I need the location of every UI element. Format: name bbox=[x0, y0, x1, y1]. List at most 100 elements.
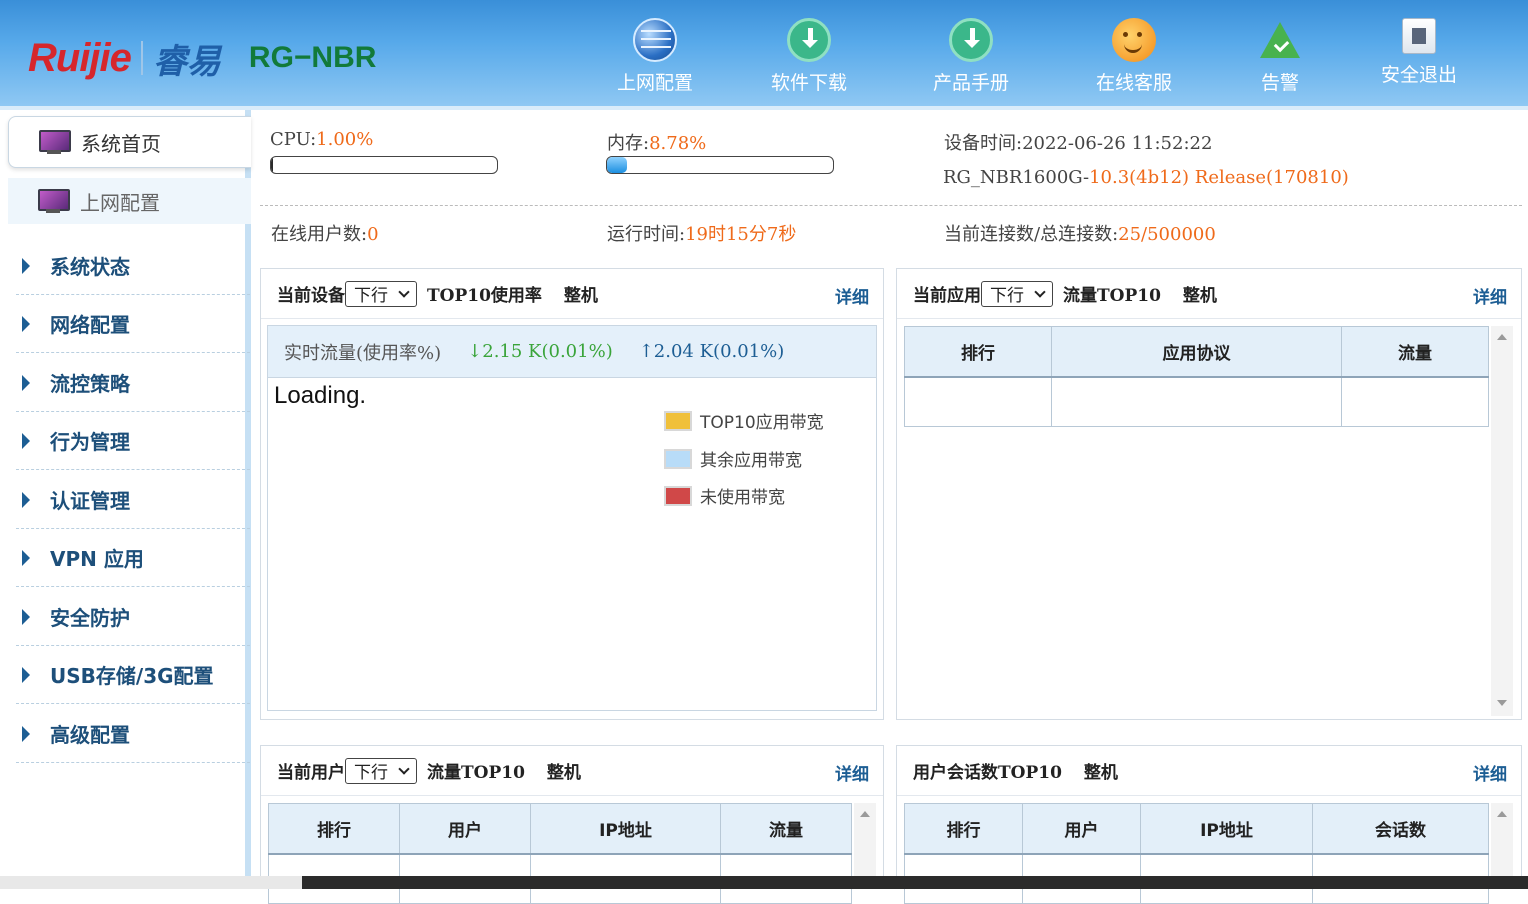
direction-select[interactable]: 下行 bbox=[981, 280, 1053, 307]
alarm-icon bbox=[1258, 18, 1302, 62]
app-table: 排行 应用协议 流量 bbox=[904, 326, 1489, 427]
column-header[interactable]: IP地址 bbox=[1140, 803, 1313, 855]
sidebar-menu-system-status[interactable]: 系统状态 bbox=[16, 237, 250, 295]
column-header[interactable]: 排行 bbox=[904, 803, 1023, 855]
sidebar-menu-behavior[interactable]: 行为管理 bbox=[16, 412, 250, 470]
cpu-stat: CPU:1.00% bbox=[270, 129, 373, 150]
cpu-progress-bar bbox=[270, 156, 498, 174]
download-icon bbox=[787, 18, 831, 62]
brand-logo-ruijie: Ruijie bbox=[28, 35, 132, 80]
detail-link[interactable]: 详细 bbox=[835, 283, 869, 308]
detail-link[interactable]: 详细 bbox=[1473, 760, 1507, 785]
globe-icon bbox=[633, 18, 677, 62]
sidebar-menu-label: USB存储/3G配置 bbox=[50, 664, 214, 688]
detail-link[interactable]: 详细 bbox=[835, 760, 869, 785]
sidebar-menu-label: 安全防护 bbox=[50, 606, 130, 630]
upstream-rate: ↑2.04 K(0.01%) bbox=[638, 341, 785, 362]
brand-logo: Ruijie 睿易 RG−NBR bbox=[28, 34, 376, 82]
column-header[interactable]: 排行 bbox=[904, 326, 1052, 378]
nav-online-service[interactable]: 在线客服 bbox=[1069, 14, 1199, 104]
panel-scope: 整机 bbox=[563, 286, 598, 306]
panel-device-top10: 当前设备 下行 TOP10使用率 整机 详细 实时流量(使用率%) ↓2.15 … bbox=[260, 268, 884, 720]
memory-label: 内存: bbox=[607, 133, 650, 154]
memory-value: 8.78% bbox=[649, 133, 707, 154]
caret-right-icon bbox=[22, 432, 30, 449]
table-row bbox=[904, 376, 1489, 427]
vertical-scrollbar[interactable] bbox=[1491, 803, 1513, 881]
panel-app-top10: 当前应用 下行 流量TOP10 整机 详细 排行 应用协议 流量 bbox=[896, 268, 1522, 720]
direction-select[interactable]: 下行 bbox=[345, 757, 417, 784]
caret-right-icon bbox=[22, 491, 30, 508]
scroll-down-icon[interactable] bbox=[1497, 700, 1507, 706]
vertical-scrollbar[interactable] bbox=[1491, 326, 1513, 716]
cpu-progress-fill bbox=[271, 157, 273, 173]
panel-prefix: 当前用户 bbox=[277, 763, 345, 783]
column-header[interactable]: 流量 bbox=[720, 803, 852, 855]
select-value: 下行 bbox=[990, 286, 1024, 306]
panel-title: 流量TOP10 bbox=[1063, 286, 1161, 306]
monitor-icon bbox=[39, 130, 71, 154]
panel-header: 当前应用 下行 流量TOP10 整机 详细 bbox=[897, 269, 1521, 319]
nav-internet-config[interactable]: 上网配置 bbox=[590, 14, 720, 104]
scroll-up-icon[interactable] bbox=[1497, 811, 1507, 817]
vertical-scrollbar[interactable] bbox=[854, 803, 876, 881]
nav-logout[interactable]: 安全退出 bbox=[1354, 14, 1484, 104]
sidebar-menu-usb-3g[interactable]: USB存储/3G配置 bbox=[16, 646, 250, 704]
nav-label: 在线客服 bbox=[1095, 72, 1172, 94]
product-model: RG−NBR bbox=[248, 41, 377, 74]
manual-download-icon bbox=[949, 18, 993, 62]
top-nav: 上网配置 软件下载 产品手册 在线客服 告警 安全退出 bbox=[590, 14, 1490, 104]
panel-header: 当前设备 下行 TOP10使用率 整机 详细 bbox=[261, 269, 883, 319]
sidebar-menu-advanced[interactable]: 高级配置 bbox=[16, 705, 250, 763]
online-users-label: 在线用户数: bbox=[271, 224, 368, 245]
nav-label: 告警 bbox=[1260, 72, 1299, 94]
column-header[interactable]: 用户 bbox=[1022, 803, 1141, 855]
sidebar-menu-network-config[interactable]: 网络配置 bbox=[16, 295, 250, 353]
nav-software-download[interactable]: 软件下载 bbox=[744, 14, 874, 104]
sidebar-menu-label: 认证管理 bbox=[50, 489, 130, 513]
brand-logo-cn: 睿易 bbox=[152, 41, 221, 82]
caret-right-icon bbox=[22, 608, 30, 625]
os-taskbar bbox=[0, 876, 1528, 889]
sidebar-menu-label: 系统状态 bbox=[50, 255, 130, 279]
legend-label: 未使用带宽 bbox=[700, 488, 785, 508]
direction-select[interactable]: 下行 bbox=[345, 280, 417, 307]
sidebar-menu-flow-control[interactable]: 流控策略 bbox=[16, 354, 250, 412]
monitor-icon bbox=[38, 189, 70, 213]
chevron-down-icon bbox=[398, 762, 410, 775]
panel-prefix: 当前应用 bbox=[913, 286, 981, 306]
panel-user-top10: 当前用户 下行 流量TOP10 整机 详细 排行 用户 IP地址 流量 bbox=[260, 745, 884, 904]
sidebar-menu-auth[interactable]: 认证管理 bbox=[16, 471, 250, 529]
memory-progress-fill bbox=[607, 157, 627, 173]
sidebar-menu-security[interactable]: 安全防护 bbox=[16, 588, 250, 646]
sidebar-menu-label: 高级配置 bbox=[50, 723, 130, 747]
chevron-down-icon bbox=[1034, 285, 1046, 298]
cpu-value: 1.00% bbox=[316, 129, 374, 150]
uptime-label: 运行时间: bbox=[607, 224, 686, 245]
scroll-up-icon[interactable] bbox=[860, 811, 870, 817]
realtime-flow-box: 实时流量(使用率%) ↓2.15 K(0.01%) ↑2.04 K(0.01%)… bbox=[267, 325, 877, 711]
column-header[interactable]: 会话数 bbox=[1312, 803, 1489, 855]
column-header[interactable]: 应用协议 bbox=[1051, 326, 1342, 378]
column-header[interactable]: 排行 bbox=[268, 803, 400, 855]
sidebar-item-home[interactable]: 系统首页 bbox=[8, 116, 251, 168]
detail-link[interactable]: 详细 bbox=[1473, 283, 1507, 308]
column-header[interactable]: 用户 bbox=[399, 803, 531, 855]
nav-product-manual[interactable]: 产品手册 bbox=[906, 14, 1036, 104]
nav-label: 安全退出 bbox=[1380, 64, 1457, 86]
sidebar-menu-vpn[interactable]: VPN 应用 bbox=[16, 529, 250, 587]
connections-value: 25/500000 bbox=[1118, 224, 1216, 245]
caret-right-icon bbox=[22, 257, 30, 274]
taskbar-dark-area bbox=[302, 876, 1528, 889]
select-value: 下行 bbox=[354, 286, 388, 306]
panel-title: TOP10使用率 bbox=[427, 286, 542, 306]
flow-label: 实时流量(使用率%) bbox=[284, 342, 442, 364]
column-header[interactable]: 流量 bbox=[1341, 326, 1489, 378]
scroll-up-icon[interactable] bbox=[1497, 334, 1507, 340]
flow-header: 实时流量(使用率%) ↓2.15 K(0.01%) ↑2.04 K(0.01%) bbox=[268, 326, 876, 378]
sidebar-item-net-config[interactable]: 上网配置 bbox=[8, 178, 251, 224]
nav-alarm[interactable]: 告警 bbox=[1215, 14, 1345, 104]
legend-swatch bbox=[664, 410, 692, 431]
panel-scope: 整机 bbox=[1083, 763, 1118, 783]
column-header[interactable]: IP地址 bbox=[530, 803, 721, 855]
